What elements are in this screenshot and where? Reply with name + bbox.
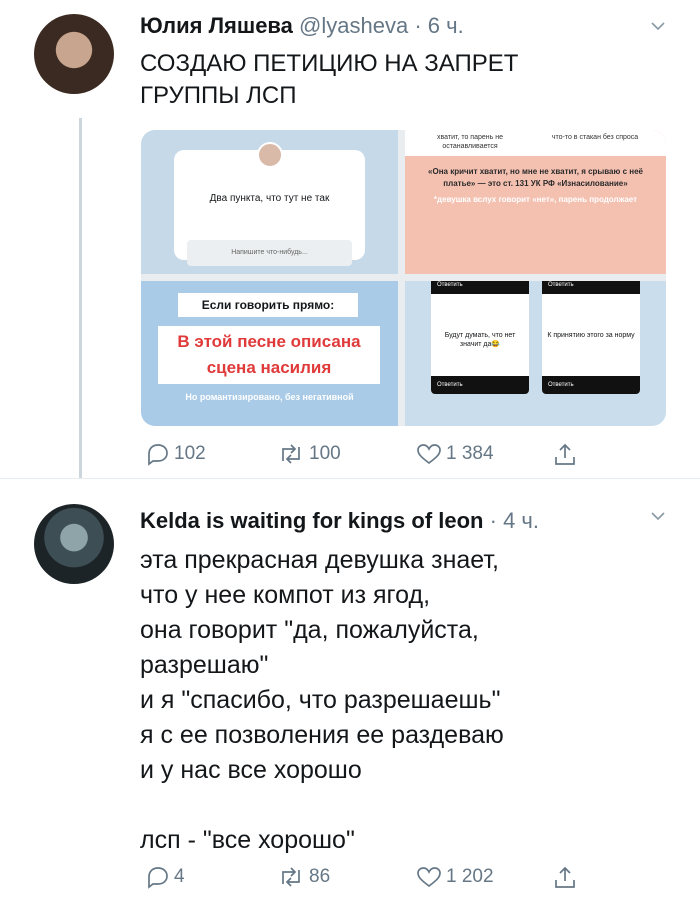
author-name[interactable]: Kelda is waiting for kings of leon bbox=[140, 508, 483, 533]
reply-icon bbox=[148, 444, 168, 466]
retweet-count: 86 bbox=[309, 866, 331, 887]
card-text: Но романтизировано, без негативной bbox=[185, 392, 354, 402]
tweet-text-line: СОЗДАЮ ПЕТИЦИЮ НА ЗАПРЕТ bbox=[140, 50, 519, 77]
card-text: хватит, то парень не останавливается bbox=[437, 134, 503, 150]
card-input: Напишите что-нибудь... bbox=[187, 240, 352, 266]
card-text: *девушка вслух говорит «нет», парень про… bbox=[433, 195, 638, 204]
media-image[interactable]: Если говорить прямо: В этой песне описан… bbox=[141, 281, 398, 426]
like-count: 1 384 bbox=[446, 443, 494, 464]
retweet-button[interactable]: 86 bbox=[277, 865, 330, 889]
tweet-text-line: и у нас все хорошо bbox=[140, 756, 362, 784]
tweet-text-line: я с ее позволения ее раздеваю bbox=[140, 721, 504, 749]
reply-bar: Ответить bbox=[431, 376, 529, 394]
tweet-text-line: эта прекрасная девушка знает, bbox=[140, 546, 499, 574]
retweet-icon bbox=[282, 867, 300, 887]
question-card: Два пункта, что тут не так Напишите что-… bbox=[174, 142, 365, 266]
reply-bar: Ответить bbox=[542, 281, 640, 294]
card-title: Два пункта, что тут не так bbox=[209, 193, 330, 204]
tweet-text-line: лсп - "все хорошо" bbox=[140, 826, 355, 854]
like-button[interactable]: 1 384 bbox=[416, 442, 494, 466]
tweet-text-line: разрешаю" bbox=[140, 651, 269, 679]
reply-icon bbox=[148, 867, 168, 889]
media-image[interactable]: хватит, то парень не останавливается что… bbox=[405, 130, 666, 274]
chevron-down-icon[interactable] bbox=[650, 18, 666, 34]
share-icon bbox=[555, 443, 575, 465]
card-heading: Если говорить прямо: bbox=[178, 293, 358, 317]
tweet-header: Kelda is waiting for kings of leon · 4 ч… bbox=[140, 508, 539, 534]
tweet-text: эта прекрасная девушка знает, что у нее … bbox=[140, 543, 660, 858]
reply-button[interactable]: 4 bbox=[144, 865, 185, 889]
tweet[interactable]: Kelda is waiting for kings of leon · 4 ч… bbox=[0, 478, 700, 917]
tweet-text: СОЗДАЮ ПЕТИЦИЮ НА ЗАПРЕТ ГРУППЫ ЛСП bbox=[140, 48, 660, 112]
media-image[interactable]: Два пункта, что тут не так Напишите что-… bbox=[141, 130, 398, 274]
share-button[interactable] bbox=[552, 865, 578, 891]
media-grid[interactable]: Два пункта, что тут не так Напишите что-… bbox=[141, 130, 666, 426]
card-top: хватит, то парень не останавливается что… bbox=[405, 130, 666, 156]
card-text: Будут думать, что нет значит да😂 bbox=[444, 332, 516, 348]
reply-bar: Ответить bbox=[431, 281, 529, 294]
separator: · bbox=[414, 13, 422, 38]
separator: · bbox=[489, 508, 497, 533]
author-handle[interactable]: @lyasheva bbox=[299, 13, 408, 38]
thread-line bbox=[79, 118, 82, 478]
timestamp[interactable]: 6 ч. bbox=[428, 13, 464, 38]
avatar[interactable] bbox=[34, 504, 114, 584]
chevron-down-icon[interactable] bbox=[650, 508, 666, 524]
card-text: «Она кричит хватит, но мне не хватит, я … bbox=[428, 167, 643, 188]
card-body: «Она кричит хватит, но мне не хватит, я … bbox=[405, 166, 666, 206]
retweet-button[interactable]: 100 bbox=[277, 442, 341, 466]
tweet[interactable]: Юлия Ляшева @lyasheva · 6 ч. СОЗДАЮ ПЕТИ… bbox=[0, 0, 700, 478]
author-name[interactable]: Юлия Ляшева bbox=[140, 13, 293, 38]
tweet-text-line: она говорит "да, пожалуйста, bbox=[140, 616, 479, 644]
card-text: что-то в стакан без спроса bbox=[551, 134, 639, 141]
avatar bbox=[257, 142, 283, 168]
question-card: Ответить Будут думать, что нет значит да… bbox=[431, 281, 529, 394]
retweet-icon bbox=[282, 444, 300, 464]
share-icon bbox=[555, 866, 575, 888]
tweet-text-line: что у нее компот из ягод, bbox=[140, 581, 431, 609]
tweet-header: Юлия Ляшева @lyasheva · 6 ч. bbox=[140, 13, 464, 39]
question-card: Ответить К принятию этого за норму Ответ… bbox=[542, 281, 640, 394]
card-text: К принятию этого за норму bbox=[547, 332, 635, 339]
media-image[interactable]: Ответить Будут думать, что нет значит да… bbox=[405, 281, 666, 426]
action-bar: 4 86 1 202 bbox=[140, 865, 600, 893]
reply-button[interactable]: 102 bbox=[144, 442, 206, 466]
avatar[interactable] bbox=[34, 14, 114, 94]
like-button[interactable]: 1 202 bbox=[416, 865, 494, 889]
retweet-count: 100 bbox=[309, 443, 341, 464]
like-icon bbox=[417, 444, 441, 465]
card-highlight: В этой песне описана сцена насилия bbox=[158, 326, 380, 384]
share-button[interactable] bbox=[552, 442, 578, 468]
like-count: 1 202 bbox=[446, 866, 494, 887]
timestamp[interactable]: 4 ч. bbox=[503, 508, 539, 533]
like-icon bbox=[417, 867, 441, 888]
action-bar: 102 100 1 384 bbox=[140, 442, 600, 470]
reply-count: 4 bbox=[174, 866, 185, 887]
tweet-text-line: ГРУППЫ ЛСП bbox=[140, 82, 297, 109]
tweet-text-line: и я "спасибо, что разрешаешь" bbox=[140, 686, 501, 714]
reply-count: 102 bbox=[174, 443, 206, 464]
reply-bar: Ответить bbox=[542, 376, 640, 394]
